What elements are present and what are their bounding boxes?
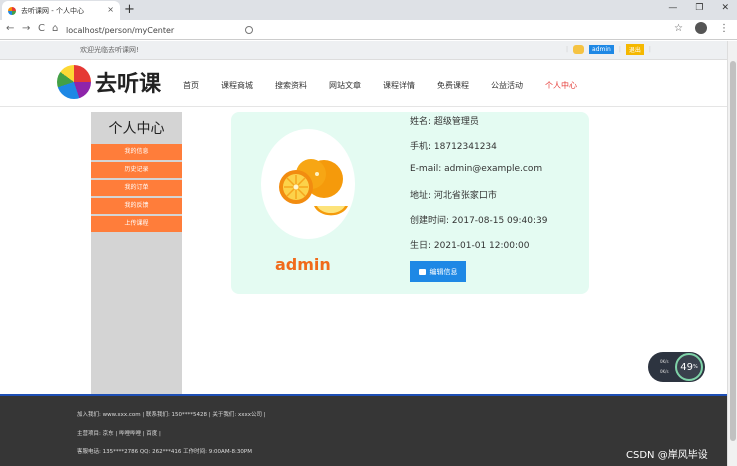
usage-gauge: 49% [675,353,703,381]
upload-speed: 0K/s [660,359,669,364]
nav-personal-center[interactable]: 个人中心 [545,80,577,91]
logout-button[interactable]: 退出 [625,44,644,55]
welcome-text: 欢迎光临去听课网! [80,46,139,54]
nav-charity[interactable]: 公益活动 [491,80,523,91]
profile-created-time: 创建时间: 2017-08-15 09:40:39 [410,216,548,226]
logo-text: 去听课 [95,72,162,97]
user-box: | admin | 退出 | [566,44,651,55]
new-tab-button[interactable]: + [124,2,135,17]
forward-icon[interactable]: → [22,23,30,34]
profile-birthday: 生日: 2021-01-01 12:00:00 [410,241,530,251]
logo-mark-icon [57,65,91,99]
home-icon[interactable]: ⌂ [52,23,58,34]
sidebar-item-history[interactable]: 历史记录 [91,162,182,178]
page-scrollbar[interactable] [727,41,737,466]
nav-course-details[interactable]: 课程详情 [383,80,415,91]
download-speed: 0K/s [660,369,669,374]
footer-contact: 加入我们: www.xxx.com | 联系我们: 150****5428 | … [77,412,266,418]
url-text: localhost/person/myCenter [66,25,175,35]
network-speed-widget[interactable]: 0K/s 0K/s 49% [648,352,705,382]
scrollbar-thumb[interactable] [730,61,736,441]
maximize-button[interactable]: ❐ [695,3,703,13]
nav-home[interactable]: 首页 [183,80,199,91]
nav-free-courses[interactable]: 免费课程 [437,80,469,91]
bookmark-star-icon[interactable]: ☆ [674,23,683,34]
sidebar: 个人中心 我的信息 历史记录 我的订单 我的反馈 上传课程 [91,112,182,395]
username-badge[interactable]: admin [589,45,614,54]
edit-info-button[interactable]: 编辑信息 [410,261,466,282]
browser-menu-icon[interactable]: ⋮ [719,23,729,34]
site-info-icon[interactable] [245,26,253,34]
tab-close-icon[interactable]: × [107,5,114,14]
tab-title: 去听课网 - 个人中心 [21,6,84,15]
favicon-icon [8,6,16,15]
browser-tab[interactable]: 去听课网 - 个人中心 × [2,1,120,20]
nav-articles[interactable]: 网站文章 [329,80,361,91]
profile-card: admin 姓名: 超级管理员 手机: 18712341234 E-mail: … [231,112,589,294]
sidebar-item-orders[interactable]: 我的订单 [91,180,182,196]
site-footer: 加入我们: www.xxx.com | 联系我们: 150****5428 | … [0,394,727,466]
profile-address: 地址: 河北省张家口市 [410,191,497,201]
profile-username: admin [275,255,331,274]
sidebar-item-my-info[interactable]: 我的信息 [91,144,182,160]
site-header: 去听课 首页 课程商城 搜索资料 网站文章 课程详情 免费课程 公益活动 个人中… [0,61,727,107]
nav-course-mall[interactable]: 课程商城 [221,80,253,91]
main-nav: 首页 课程商城 搜索资料 网站文章 课程详情 免费课程 公益活动 个人中心 [183,80,599,91]
csdn-watermark: CSDN @岸风毕设 [626,450,708,461]
site-logo[interactable]: 去听课 [57,65,161,99]
browser-chrome: 去听课网 - 个人中心 × + — ❐ ✕ ← → C ⌂ localhost/… [0,0,737,40]
profile-name: 姓名: 超级管理员 [410,117,479,127]
close-window-button[interactable]: ✕ [721,3,729,13]
top-strip: 欢迎光临去听课网! | admin | 退出 | [0,41,727,60]
nav-search-materials[interactable]: 搜索资料 [275,80,307,91]
profile-icon[interactable] [695,22,707,34]
user-avatar-icon [573,45,585,54]
sidebar-item-upload-course[interactable]: 上传课程 [91,216,182,232]
usage-value: 49 [680,361,693,373]
sidebar-title: 个人中心 [108,121,165,137]
avatar [261,129,355,239]
address-input[interactable]: localhost/person/myCenter [66,23,666,37]
reload-icon[interactable]: C [38,23,45,34]
profile-phone: 手机: 18712341234 [410,142,497,152]
footer-service: 客服电话: 135****2786 QQ: 262***416 工作时间: 9:… [77,449,252,455]
browser-actions: ☆ ⋮ [674,22,729,34]
back-icon[interactable]: ← [6,23,14,34]
id-card-icon [418,268,426,275]
url-bar: ← → C ⌂ localhost/person/myCenter ☆ ⋮ [0,20,737,40]
minimize-button[interactable]: — [668,3,677,13]
edit-info-label: 编辑信息 [429,267,458,276]
orange-photo-icon [279,159,348,216]
profile-email: E-mail: admin@example.com [410,164,543,174]
sidebar-item-feedback[interactable]: 我的反馈 [91,198,182,214]
footer-projects: 主营项目: 京东 | 哔哩哔哩 | 百度 | [77,431,161,437]
window-controls: — ❐ ✕ [668,3,729,13]
